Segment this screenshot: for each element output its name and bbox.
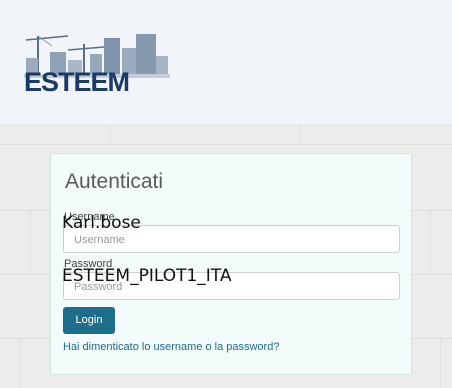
- logo-text: ESTEEM: [24, 67, 130, 97]
- password-overlay-text: ESTEEM_PILOT1_ITA: [62, 266, 232, 286]
- forgot-credentials-link[interactable]: Hai dimenticato lo username o la passwor…: [63, 341, 279, 353]
- esteem-logo: ESTEEM: [24, 30, 170, 98]
- panel-title: Autenticati: [65, 170, 164, 193]
- login-panel: Autenticati Username Username Karl.bose …: [50, 153, 412, 375]
- username-overlay-text: Karl.bose: [62, 213, 141, 233]
- login-button[interactable]: Login: [63, 307, 115, 334]
- page-header: ESTEEM: [0, 0, 452, 124]
